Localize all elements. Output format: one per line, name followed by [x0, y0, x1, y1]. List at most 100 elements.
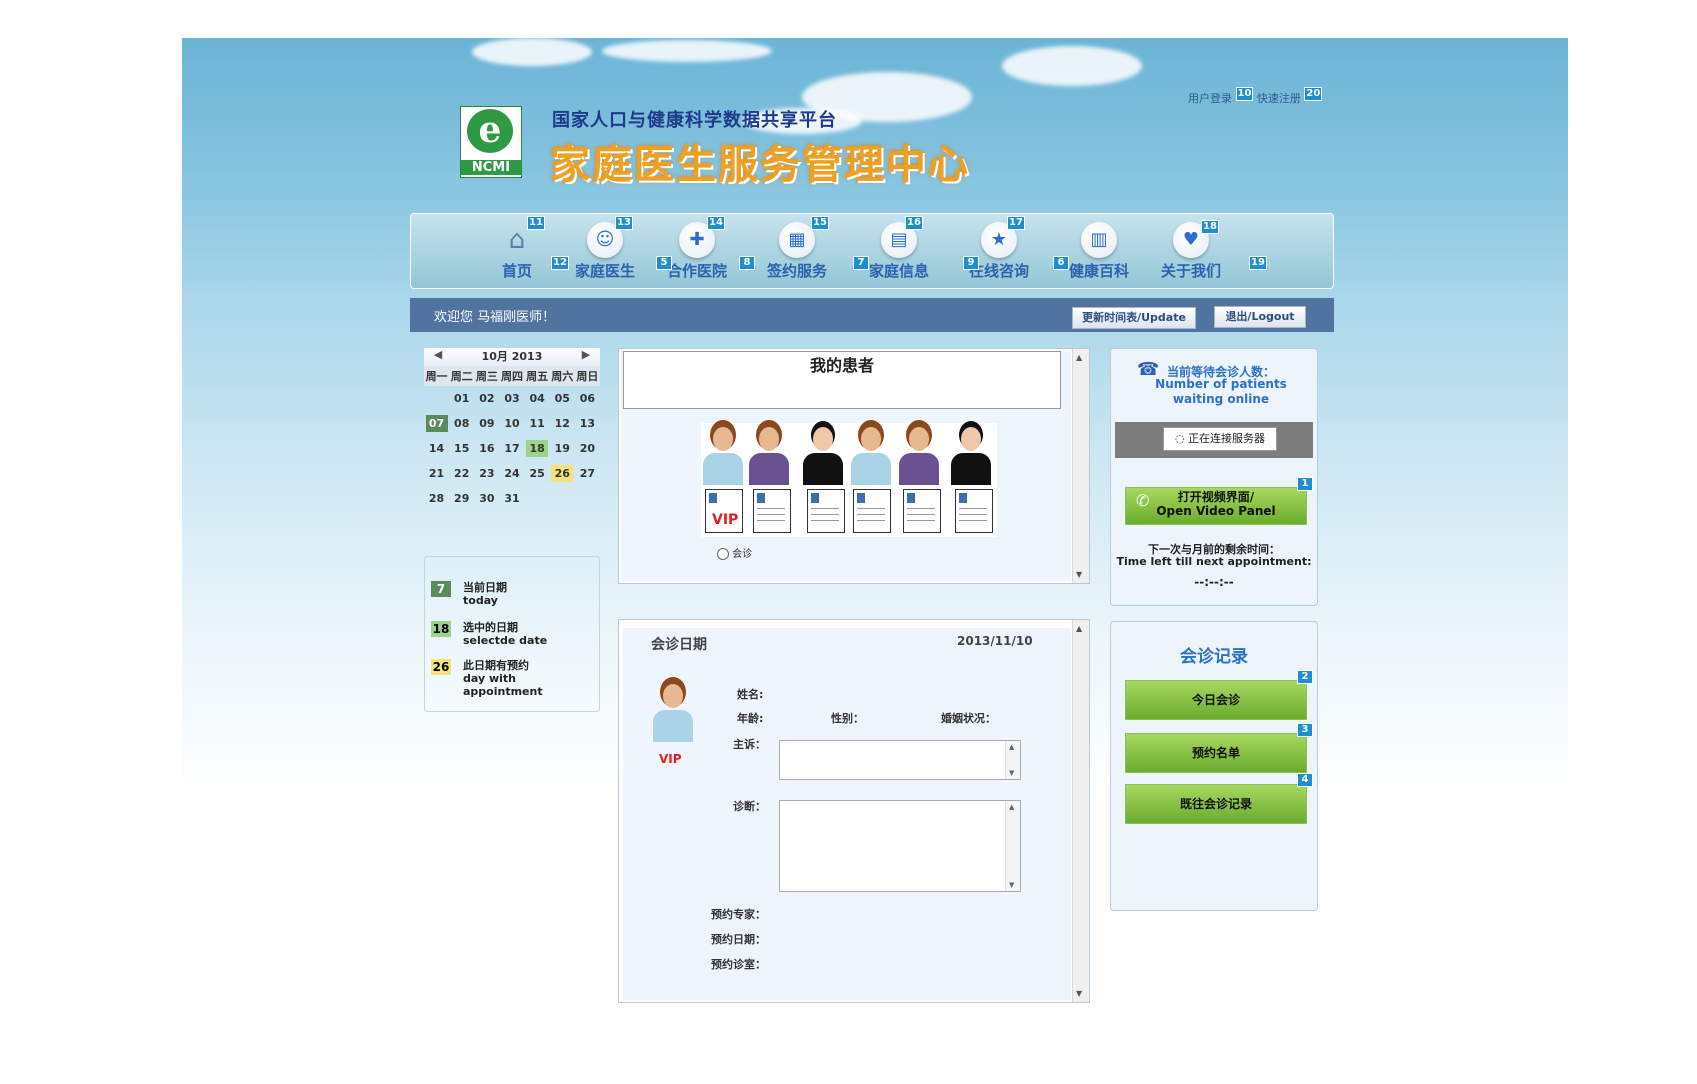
patient-card[interactable] [955, 489, 993, 533]
calendar-day[interactable]: 01 [449, 386, 474, 411]
past-consult-records-button[interactable]: 既往会诊记录 [1125, 784, 1307, 824]
calendar-day[interactable]: 22 [449, 461, 474, 486]
calendar-day[interactable]: 18 [525, 436, 550, 461]
calendar-day[interactable]: 20 [575, 436, 600, 461]
calendar-day[interactable]: 27 [575, 461, 600, 486]
calendar-day[interactable]: 11 [525, 411, 550, 436]
site-subtitle: 国家人口与健康科学数据共享平台 [552, 110, 837, 131]
patient-avatar[interactable] [949, 423, 993, 485]
calendar-day[interactable]: 16 [474, 436, 499, 461]
nav-item-health-wiki[interactable]: ▥ 健康百科 [1059, 216, 1139, 281]
calendar-day-number: 21 [428, 467, 445, 480]
calendar-day-number: 01 [454, 392, 470, 405]
consult-date-label: 会诊日期 [651, 637, 707, 653]
patient-card[interactable]: VIP [705, 489, 743, 533]
calendar-day-number: 25 [529, 467, 545, 480]
patient-avatar[interactable] [701, 423, 745, 485]
nav-item-home[interactable]: ⌂ 首页 [477, 216, 557, 281]
consult-radio[interactable] [717, 548, 729, 560]
open-video-panel-button[interactable]: ✆ 打开视频界面/Open Video Panel [1125, 487, 1307, 525]
calendar-day[interactable]: 17 [499, 436, 524, 461]
nav-label: 家庭信息 [868, 262, 929, 280]
patient-avatar[interactable] [897, 423, 941, 485]
gender-label: 性别： [831, 712, 864, 725]
calendar-day[interactable]: 15 [449, 436, 474, 461]
calendar-day[interactable]: 12 [550, 411, 575, 436]
calendar-day[interactable]: 05 [550, 386, 575, 411]
logout-button[interactable]: 退出/Logout [1214, 306, 1306, 328]
prev-month-arrow-icon[interactable]: ◀ [430, 348, 446, 361]
calendar-day-number: 03 [504, 392, 520, 405]
calendar-day[interactable]: 07 [424, 411, 449, 436]
nav-badge: 9 [963, 256, 979, 270]
calendar-day[interactable]: 04 [525, 386, 550, 411]
cloud-decoration [602, 40, 772, 62]
consult-scrollbar[interactable]: ▲ ▼ [1072, 620, 1089, 1002]
patient-card[interactable] [807, 489, 845, 533]
patient-card[interactable] [753, 489, 791, 533]
calendar: ◀ 10月 2013 ▶ 周一 周二 周三 周四 周五 周六 周日 01 02 03 04 05 06… [424, 348, 600, 511]
patients-scrollbar[interactable]: ▲ ▼ [1072, 349, 1089, 583]
calendar-day[interactable]: 30 [474, 486, 499, 511]
login-badge: 10 [1235, 87, 1254, 101]
nav-item-family-info[interactable]: ▤ 家庭信息 [859, 216, 939, 281]
patient-card[interactable] [903, 489, 941, 533]
nav-item-about-us[interactable]: ♥ 关于我们 [1151, 216, 1231, 281]
complaint-textarea[interactable]: ▲ ▼ [779, 740, 1021, 780]
calendar-day-number: 19 [554, 442, 570, 455]
calendar-day[interactable]: 13 [575, 411, 600, 436]
calendar-day[interactable]: 21 [424, 461, 449, 486]
calendar-day[interactable]: 06 [575, 386, 600, 411]
video-badge: 1 [1297, 477, 1313, 491]
login-link[interactable]: 用户登录 [1188, 92, 1232, 105]
calendar-month: 10月 2013 [481, 350, 543, 363]
calendar-day[interactable]: 24 [499, 461, 524, 486]
connecting-status: ◌ 正在连接服务器 [1163, 427, 1277, 451]
nav-item-family-doctor[interactable]: ☺ 家庭医生 [565, 216, 645, 281]
calendar-header: ◀ 10月 2013 ▶ [424, 348, 600, 366]
calendar-day[interactable]: 29 [449, 486, 474, 511]
register-link[interactable]: 快速注册 [1257, 92, 1301, 105]
book-icon: ▥ [1081, 222, 1117, 258]
consult-detail-panel: 会诊日期 2013/11/10 VIP 姓名: 年龄: 性别： 婚姻状况： 主诉… [618, 619, 1090, 1003]
consult-date-value: 2013/11/10 [957, 634, 1033, 648]
site-title: 家庭医生服务管理中心 [550, 142, 970, 188]
nav-item-online-consult[interactable]: ★ 在线咨询 [959, 216, 1039, 281]
calendar-day[interactable]: 26 [550, 461, 575, 486]
calendar-day[interactable]: 19 [550, 436, 575, 461]
calendar-day-number: 06 [579, 392, 596, 405]
calendar-day[interactable]: 28 [424, 486, 449, 511]
next-appointment-en: Time left till next appointment: [1116, 555, 1312, 568]
diagnosis-textarea[interactable]: ▲ ▼ [779, 800, 1021, 892]
waiting-panel: ☎ 当前等待会诊人数： Number of patients waiting o… [1110, 348, 1318, 606]
calendar-day[interactable]: 14 [424, 436, 449, 461]
nav-label: 健康百科 [1068, 262, 1129, 280]
weekday-header: 周一 [424, 366, 450, 386]
calendar-day-number: 29 [454, 492, 470, 505]
next-month-arrow-icon[interactable]: ▶ [578, 348, 594, 361]
calendar-day[interactable]: 23 [474, 461, 499, 486]
calendar-day[interactable]: 25 [525, 461, 550, 486]
register-badge: 20 [1304, 87, 1323, 101]
patient-avatar[interactable] [747, 423, 791, 485]
nav-badge: 18 [1201, 220, 1219, 234]
patient-card[interactable] [853, 489, 891, 533]
update-schedule-button[interactable]: 更新时间表/Update [1072, 307, 1196, 329]
calendar-day[interactable]: 10 [499, 411, 524, 436]
patient-avatar[interactable] [801, 423, 845, 485]
nav-item-partner-hospital[interactable]: ✚ 合作医院 [657, 216, 737, 281]
calendar-day[interactable]: 09 [474, 411, 499, 436]
weekday-header: 周四 [499, 366, 525, 386]
calendar-day[interactable]: 02 [474, 386, 499, 411]
today-consult-button[interactable]: 今日会诊 [1125, 680, 1307, 720]
calendar-day[interactable]: 03 [499, 386, 524, 411]
nav-badge: 5 [656, 256, 672, 270]
patient-avatar[interactable] [849, 423, 893, 485]
my-patients-title: 我的患者 [623, 351, 1061, 409]
legend-text: 选中的日期 selectde date [463, 621, 548, 647]
calendar-day[interactable]: 08 [449, 411, 474, 436]
appointment-list-button[interactable]: 预约名单 [1125, 733, 1307, 773]
appointment-date-label: 预约日期： [711, 933, 766, 946]
logo-text: NCMI [461, 160, 521, 175]
calendar-day[interactable]: 31 [499, 486, 524, 511]
